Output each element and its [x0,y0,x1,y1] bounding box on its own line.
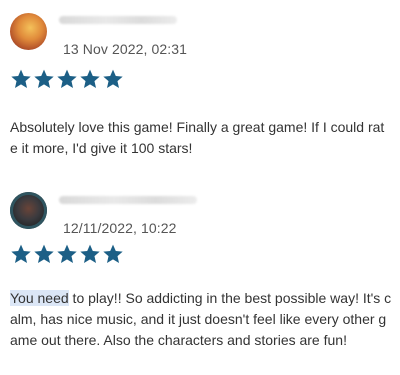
star-icon [33,68,55,90]
star-icon [79,68,101,90]
star-icon [10,68,32,90]
review-text: You need to play!! So addicting in the b… [10,288,392,351]
star-icon [33,243,55,265]
review-card: 13 Nov 2022, 02:31 Absolutely love this … [0,0,400,180]
reviewer-name-redacted [59,196,197,204]
star-icon [79,243,101,265]
user-avatar[interactable] [10,13,47,50]
star-rating [10,243,124,265]
star-icon [102,68,124,90]
user-avatar[interactable] [10,192,47,229]
review-text: Absolutely love this game! Finally a gre… [10,119,385,156]
reviewer-name-redacted [59,16,177,24]
selected-text: You need [10,290,69,306]
review-card: 12/11/2022, 10:22 You need to play!! So … [0,180,400,375]
star-icon [56,68,78,90]
star-icon [102,243,124,265]
review-timestamp: 12/11/2022, 10:22 [63,220,177,236]
star-rating [10,68,124,90]
star-icon [56,243,78,265]
review-timestamp: 13 Nov 2022, 02:31 [63,41,188,57]
star-icon [10,243,32,265]
